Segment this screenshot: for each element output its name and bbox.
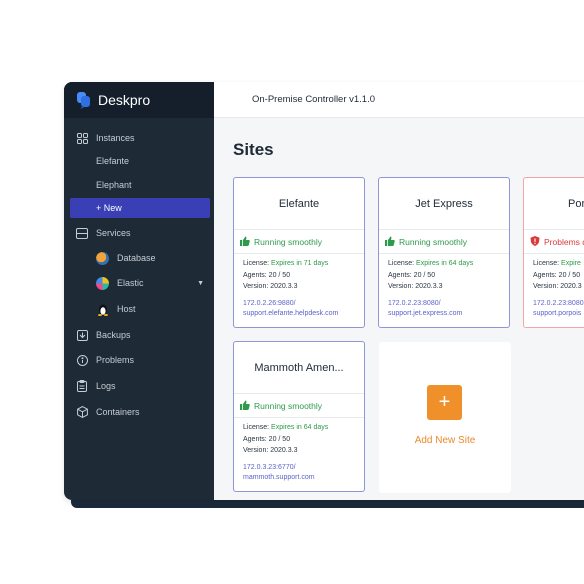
sidebar-item-label: Services	[96, 228, 131, 238]
license-expiry: Expires in 64 days	[416, 260, 474, 267]
sidebar-item-label: Backups	[96, 330, 131, 340]
license-label: License:	[243, 424, 270, 431]
version: Version: 2020.3.3	[243, 283, 298, 290]
site-link[interactable]: 172.0.2.23:8080/ support.jet.express.com	[388, 299, 462, 319]
top-bar: On-Premise Controller v1.1.0	[214, 82, 584, 118]
license-label: License:	[243, 260, 270, 267]
server-icon	[76, 227, 88, 239]
sidebar-item-label: Problems	[96, 355, 135, 365]
sidebar: Deskpro Instances Elefante Elephant + Ne…	[64, 82, 214, 500]
site-link[interactable]: 172.0.2.26:9880/ support.elefante.helpde…	[243, 299, 338, 319]
sidebar-item-database[interactable]: Database	[64, 248, 214, 268]
add-new-site-tile[interactable]: + Add New Site	[379, 342, 511, 493]
site-name: Elefante	[234, 178, 364, 230]
site-url[interactable]: support.elefante.helpdesk.com	[243, 309, 338, 319]
sidebar-item-elefante[interactable]: Elefante	[64, 151, 214, 171]
site-address[interactable]: 172.0.2.23:8080/	[388, 299, 462, 309]
site-address[interactable]: 172.0.3.23:6770/	[243, 463, 315, 473]
linux-host-icon	[96, 303, 109, 316]
thumbs-up-icon	[240, 236, 250, 248]
grid-icon	[76, 132, 88, 144]
license-expiry: Expire	[561, 260, 581, 267]
sidebar-item-services[interactable]: Services	[64, 223, 214, 243]
version: Version: 2020.3	[533, 283, 582, 290]
site-details: License: Expires in 64 days Agents: 20 /…	[388, 258, 473, 293]
new-instance-button[interactable]: + New	[70, 198, 210, 218]
sidebar-item-backups[interactable]: Backups	[64, 325, 214, 345]
status-label: Running smoothly	[254, 400, 323, 411]
site-card-mammoth[interactable]: Mammoth Amen... Running smoothly License…	[233, 341, 365, 492]
sidebar-item-label: Elastic	[117, 278, 144, 288]
chevron-down-icon[interactable]: ▼	[197, 280, 204, 287]
site-details: License: Expire Agents: 20 / 50 Version:…	[533, 258, 582, 293]
site-url[interactable]: support.porpois	[533, 309, 584, 319]
site-link[interactable]: 172.0.2.23:8080 support.porpois	[533, 299, 584, 319]
new-instance-label: + New	[96, 203, 122, 213]
site-name: Mammoth Amen...	[234, 342, 364, 394]
deskpro-logo-icon	[76, 91, 92, 109]
sidebar-item-elastic[interactable]: Elastic ▼	[64, 273, 214, 293]
site-name: Jet Express	[379, 178, 509, 230]
status-label: Running smoothly	[254, 236, 323, 247]
site-address[interactable]: 172.0.2.26:9880/	[243, 299, 338, 309]
sidebar-item-label: Logs	[96, 381, 116, 391]
site-status: Running smoothly	[379, 230, 509, 254]
add-site-button[interactable]: +	[427, 385, 462, 420]
brand[interactable]: Deskpro	[64, 82, 214, 118]
database-service-icon	[96, 251, 109, 265]
license-label: License:	[533, 260, 560, 267]
site-name: Por	[524, 178, 584, 230]
agents-count: Agents: 20 / 50	[388, 271, 436, 279]
page-title: Sites	[233, 140, 274, 159]
add-site-label[interactable]: Add New Site	[379, 435, 511, 446]
license-expiry: Expires in 64 days	[271, 424, 329, 431]
site-details: License: Expires in 64 days Agents: 20 /…	[243, 422, 328, 457]
app-window: Deskpro Instances Elefante Elephant + Ne…	[64, 82, 584, 500]
site-card-porpoise[interactable]: Por Problems d License: Expire Agents: 2…	[523, 177, 584, 328]
app-title: On-Premise Controller v1.1.0	[252, 94, 376, 105]
site-link[interactable]: 172.0.3.23:6770/ mammoth.support.com	[243, 463, 315, 483]
license-label: License:	[388, 260, 415, 267]
sidebar-item-problems[interactable]: Problems	[64, 350, 214, 370]
agents-count: Agents: 20 / 50	[243, 271, 291, 279]
sidebar-item-instances[interactable]: Instances	[64, 128, 214, 148]
site-status: Running smoothly	[234, 230, 364, 254]
sidebar-item-logs[interactable]: Logs	[64, 376, 214, 396]
site-url[interactable]: mammoth.support.com	[243, 473, 315, 483]
agents-count: Agents: 20 / 50	[533, 271, 581, 279]
thumbs-up-icon	[240, 400, 250, 412]
shield-alert-icon	[530, 235, 540, 248]
license-expiry: Expires in 71 days	[271, 260, 329, 267]
version: Version: 2020.3.3	[243, 447, 298, 454]
site-card-elefante[interactable]: Elefante Running smoothly License: Expir…	[233, 177, 365, 328]
status-label: Running smoothly	[399, 236, 468, 247]
elastic-service-icon	[96, 276, 109, 290]
sidebar-item-label: Database	[117, 253, 156, 263]
site-address[interactable]: 172.0.2.23:8080	[533, 299, 584, 309]
thumbs-up-icon	[385, 236, 395, 248]
site-url[interactable]: support.jet.express.com	[388, 309, 462, 319]
clipboard-icon	[76, 380, 88, 392]
site-status: Problems d	[524, 230, 584, 254]
version: Version: 2020.3.3	[388, 283, 443, 290]
sidebar-item-elephant[interactable]: Elephant	[64, 175, 214, 195]
sidebar-item-label: Host	[117, 304, 136, 314]
site-card-jet-express[interactable]: Jet Express Running smoothly License: Ex…	[378, 177, 510, 328]
site-status: Running smoothly	[234, 394, 364, 418]
sidebar-item-label: Elephant	[96, 180, 132, 190]
sidebar-item-host[interactable]: Host	[64, 299, 214, 319]
agents-count: Agents: 20 / 50	[243, 435, 291, 443]
brand-name: Deskpro	[98, 92, 151, 108]
status-label: Problems d	[544, 236, 584, 247]
sidebar-item-label: Containers	[96, 407, 140, 417]
sidebar-item-label: Elefante	[96, 156, 130, 166]
info-circle-icon	[76, 354, 88, 366]
sidebar-item-containers[interactable]: Containers	[64, 402, 214, 422]
backup-icon	[76, 329, 88, 341]
cube-icon	[76, 406, 88, 418]
site-details: License: Expires in 71 days Agents: 20 /…	[243, 258, 328, 293]
sidebar-item-label: Instances	[96, 133, 135, 143]
